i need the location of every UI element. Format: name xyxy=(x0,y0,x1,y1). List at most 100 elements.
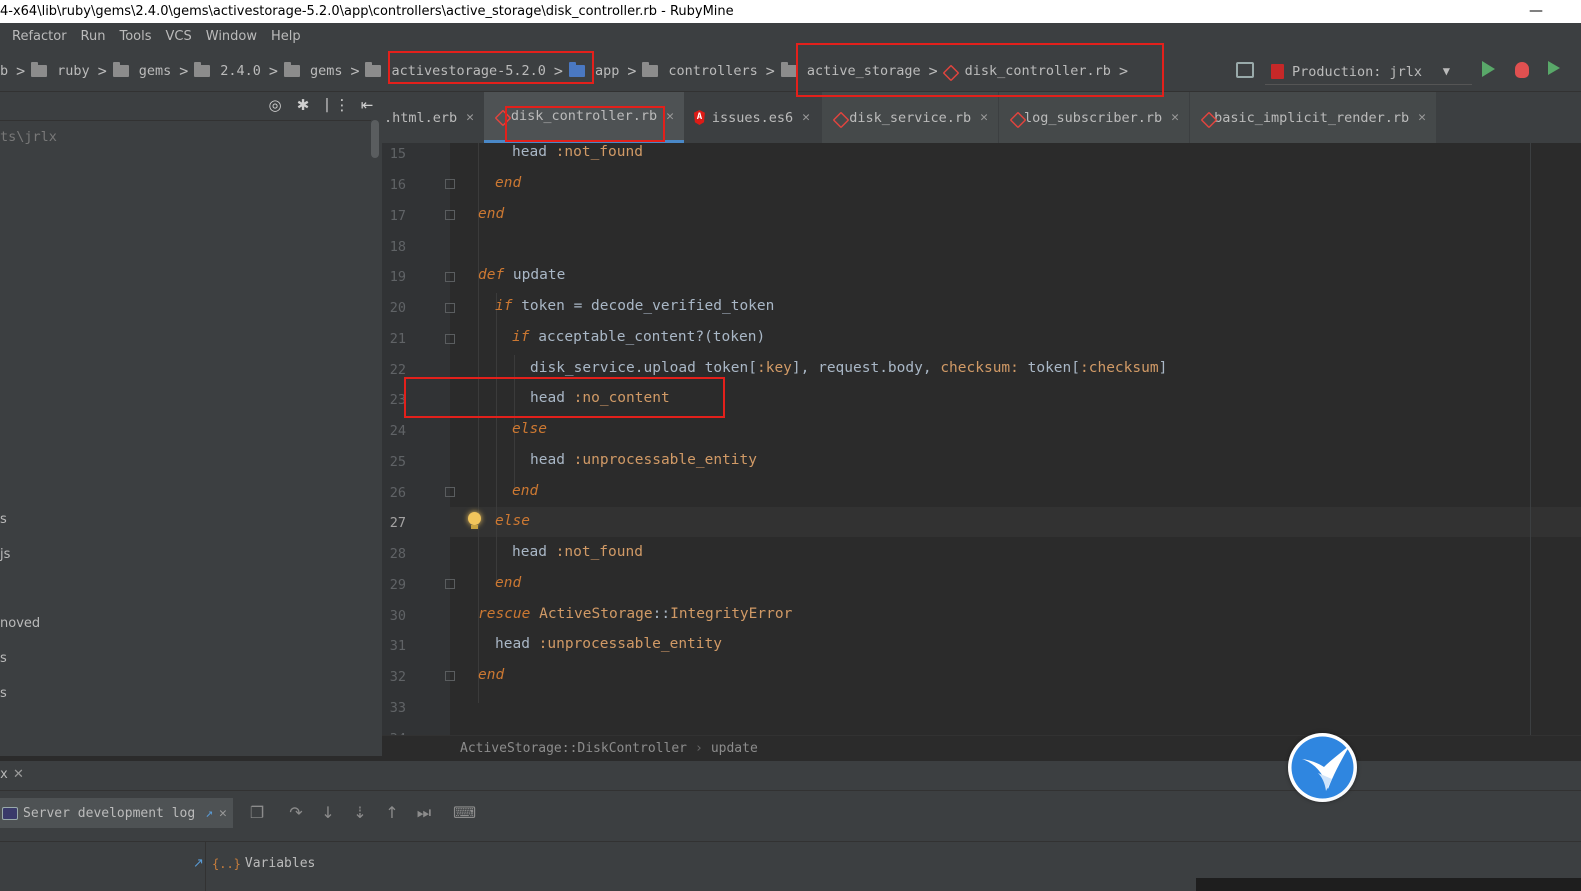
hide-panel-icon[interactable]: ⇤ xyxy=(358,96,376,114)
close-icon[interactable]: ✕ xyxy=(1171,110,1179,125)
breadcrumb: b > ruby > gems > 2.4.0 > gems > activestorag… xyxy=(0,50,1128,92)
menu-refactor[interactable]: Refactor xyxy=(0,29,74,44)
project-tree-item[interactable]: s xyxy=(0,651,7,666)
close-icon[interactable]: ✕ xyxy=(1418,110,1426,125)
breadcrumb-item[interactable]: ruby > xyxy=(25,62,107,80)
bird-logo-icon xyxy=(1288,733,1357,802)
close-icon[interactable]: ✕ xyxy=(802,110,810,125)
server-log-tab[interactable]: Server development log ↗ ✕ xyxy=(0,798,233,828)
tab-issues-es6[interactable]: A issues.es6 ✕ xyxy=(686,92,820,143)
breadcrumb-item[interactable]: active_storage > xyxy=(775,62,938,80)
line-number: 20 xyxy=(389,300,406,316)
variables-panel-header: {..} Variables xyxy=(212,856,315,871)
project-toolbar: ◎ ✱ | ⋮ ⇤ xyxy=(0,92,382,120)
open-external-icon[interactable]: ↗ xyxy=(205,806,213,821)
terminal-icon xyxy=(2,806,18,820)
fold-marker[interactable] xyxy=(445,210,455,220)
breadcrumb-item[interactable]: b > xyxy=(0,62,25,80)
close-icon[interactable]: ✕ xyxy=(466,110,474,125)
fold-marker[interactable] xyxy=(445,179,455,189)
layout-icon[interactable] xyxy=(1236,62,1254,78)
breadcrumb-item[interactable]: disk_controller.rb > xyxy=(938,62,1128,80)
code-line: rescue ActiveStorage::IntegrityError xyxy=(478,606,793,622)
force-step-into-icon[interactable]: ⇣ xyxy=(350,803,370,823)
project-tree-item[interactable]: s xyxy=(0,686,7,701)
project-scrollbar[interactable] xyxy=(371,120,379,158)
step-into-icon[interactable]: ↓ xyxy=(318,803,338,823)
tab-log-subscriber[interactable]: log_subscriber.rb ✕ xyxy=(999,92,1189,143)
show-execution-point-icon[interactable]: ❐ xyxy=(247,803,267,823)
code-line: end xyxy=(478,667,505,683)
folder-icon xyxy=(31,62,48,77)
step-out-icon[interactable]: ↑ xyxy=(382,803,402,823)
breadcrumb-item[interactable]: activestorage-5.2.0 > xyxy=(359,62,563,80)
frames-panel: ↗ xyxy=(0,842,206,891)
editor-breadcrumb-method[interactable]: update xyxy=(711,741,758,756)
line-number: 19 xyxy=(389,269,406,285)
breadcrumb-item[interactable]: gems > xyxy=(107,62,188,80)
locate-icon[interactable]: ◎ xyxy=(266,96,284,114)
evaluate-icon[interactable]: ⌨ xyxy=(453,803,476,823)
ruby-icon xyxy=(1009,112,1018,124)
tab-html-erb[interactable]: .html.erb ✕ xyxy=(382,92,482,143)
variables-icon: {..} xyxy=(212,856,241,871)
tab-basic-implicit-render[interactable]: basic_implicit_render.rb ✕ xyxy=(1190,92,1436,143)
code-line: end xyxy=(495,575,522,591)
menu-window[interactable]: Window xyxy=(199,29,264,44)
run-with-coverage-icon[interactable] xyxy=(1548,61,1560,75)
fold-marker[interactable] xyxy=(445,272,455,282)
window-title-bar: 4-x64\lib\ruby\gems\2.4.0\gems\activesto… xyxy=(0,0,1581,23)
more-options-icon[interactable]: ⋮ xyxy=(333,96,351,114)
project-tool-window: ◎ ✱ | ⋮ ⇤ ts\jrlx s js noved s s xyxy=(0,92,382,756)
close-icon[interactable]: ✕ xyxy=(219,806,227,821)
code-line: else xyxy=(512,421,547,437)
close-icon[interactable]: ✕ xyxy=(666,109,674,124)
ruby-icon xyxy=(1200,112,1208,124)
close-icon[interactable]: ✕ xyxy=(13,767,24,782)
run-to-cursor-icon[interactable]: ⏭ xyxy=(414,803,434,823)
code-editor[interactable]: 15 16 17 18 19 20 21 22 23 24 25 26 27 2… xyxy=(382,143,1581,735)
run-tab-label[interactable]: x xyxy=(0,767,8,782)
menu-run[interactable]: Run xyxy=(74,29,113,44)
line-number: 18 xyxy=(389,239,406,255)
restore-layout-icon[interactable]: ↗ xyxy=(193,856,204,871)
editor-breadcrumb-class[interactable]: ActiveStorage::DiskController xyxy=(460,741,687,756)
line-number: 33 xyxy=(389,700,406,716)
line-number: 31 xyxy=(389,638,406,654)
editor-breadcrumb: ActiveStorage::DiskController › update xyxy=(382,735,1581,761)
step-over-icon[interactable]: ↷ xyxy=(286,803,306,823)
breadcrumb-item[interactable]: app > xyxy=(563,62,636,80)
breadcrumb-item[interactable]: controllers > xyxy=(636,62,775,80)
folder-icon xyxy=(780,62,797,77)
fold-marker[interactable] xyxy=(445,579,455,589)
fold-marker[interactable] xyxy=(445,303,455,313)
run-configuration-select[interactable]: Production: jrlx ▼ xyxy=(1265,59,1472,85)
project-tree-item[interactable]: noved xyxy=(0,616,40,631)
folder-icon xyxy=(283,62,300,77)
menu-tools[interactable]: Tools xyxy=(112,29,158,44)
fold-marker[interactable] xyxy=(445,334,455,344)
project-tree-item[interactable]: js xyxy=(0,547,10,562)
collapse-all-icon[interactable]: ✱ xyxy=(294,96,312,114)
menu-help[interactable]: Help xyxy=(264,29,308,44)
minimize-button[interactable]: — xyxy=(1529,0,1543,23)
breadcrumb-item[interactable]: 2.4.0 > xyxy=(188,62,278,80)
tab-disk-controller[interactable]: disk_controller.rb ✕ xyxy=(484,92,684,143)
code-line: head :unprocessable_entity xyxy=(530,452,757,468)
menu-vcs[interactable]: VCS xyxy=(159,29,199,44)
line-number: 28 xyxy=(389,546,406,562)
folder-icon xyxy=(194,62,211,77)
close-icon[interactable]: ✕ xyxy=(980,110,988,125)
fold-marker[interactable] xyxy=(445,487,455,497)
debug-icon[interactable] xyxy=(1515,62,1529,78)
line-number: 23 xyxy=(389,392,406,408)
run-icon[interactable] xyxy=(1482,61,1495,77)
folder-icon xyxy=(365,62,382,77)
project-tree-item[interactable]: s xyxy=(0,512,7,527)
breadcrumb-item[interactable]: gems > xyxy=(278,62,359,80)
fold-marker[interactable] xyxy=(445,671,455,681)
rails-icon xyxy=(1271,64,1284,79)
tab-disk-service[interactable]: disk_service.rb ✕ xyxy=(822,92,998,143)
project-root-path[interactable]: ts\jrlx xyxy=(0,129,57,145)
intention-bulb-icon[interactable] xyxy=(468,512,481,529)
